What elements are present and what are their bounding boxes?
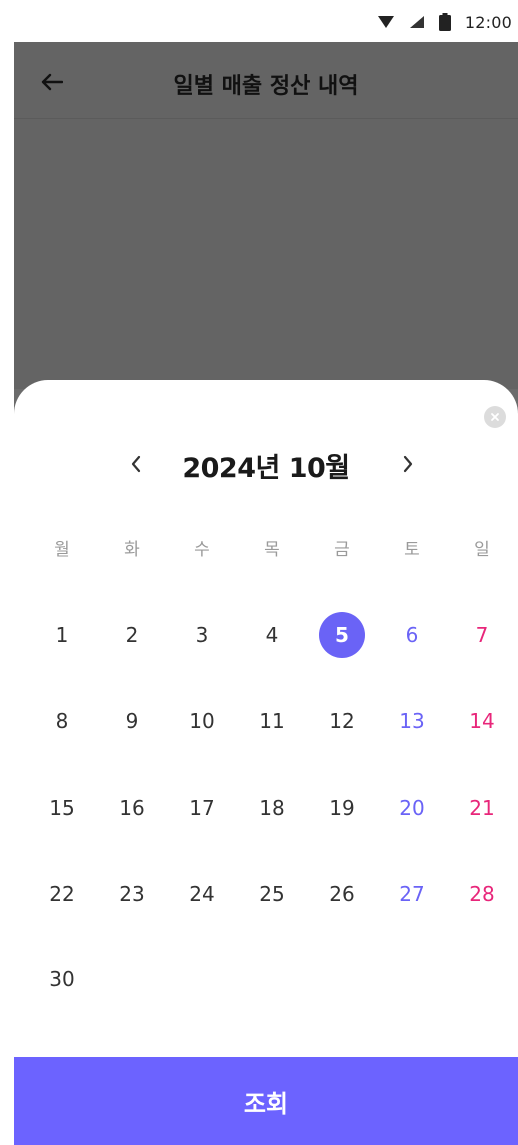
calendar-empty-cell	[97, 956, 167, 1002]
status-time: 12:00	[464, 12, 512, 32]
chevron-right-icon	[402, 455, 414, 473]
calendar-week: 1 2 3 4 5 6 7	[27, 612, 517, 658]
calendar-day-sunday[interactable]: 7	[447, 612, 517, 658]
close-icon	[490, 412, 500, 422]
calendar-day[interactable]: 16	[97, 785, 167, 831]
close-button[interactable]	[484, 406, 506, 428]
weekday-label: 목	[264, 540, 280, 560]
calendar-day[interactable]: 25	[237, 871, 307, 917]
month-navigation: 2024년 10월	[14, 444, 518, 484]
calendar-day-sunday[interactable]: 28	[447, 871, 517, 917]
calendar-day[interactable]: 12	[307, 698, 377, 744]
month-title: 2024년 10월	[182, 453, 350, 484]
calendar-day[interactable]: 22	[27, 871, 97, 917]
calendar-day[interactable]: 24	[167, 871, 237, 917]
status-bar: 12:00	[14, 0, 518, 42]
calendar-day-sunday[interactable]: 21	[447, 785, 517, 831]
status-icons: 12:00	[377, 12, 512, 32]
calendar-day[interactable]: 23	[97, 871, 167, 917]
search-submit-button[interactable]: 조회	[14, 1057, 518, 1145]
calendar-day-saturday[interactable]: 20	[377, 785, 447, 831]
calendar-day-saturday[interactable]: 27	[377, 871, 447, 917]
calendar-bottom-sheet: 2024년 10월 월 화 수 목 금 토 일 1 2 3 4 5 6 7 8 …	[14, 380, 518, 1145]
app-frame: 12:00 일별 매출 정산 내역 2024년 10월 월 화 수 목 금 토 …	[14, 0, 518, 1145]
calendar-day[interactable]: 30	[27, 956, 97, 1002]
calendar-day[interactable]: 17	[167, 785, 237, 831]
calendar-empty-cell	[237, 956, 307, 1002]
calendar-day[interactable]: 15	[27, 785, 97, 831]
page-title: 일별 매출 정산 내역	[173, 74, 359, 99]
weekday-label: 화	[124, 540, 140, 560]
calendar-empty-cell	[377, 956, 447, 1002]
calendar-day[interactable]: 10	[167, 698, 237, 744]
calendar-empty-cell	[447, 956, 517, 1002]
calendar-empty-cell	[307, 956, 377, 1002]
calendar-day-saturday[interactable]: 6	[377, 612, 447, 658]
calendar-day[interactable]: 1	[27, 612, 97, 658]
calendar-day[interactable]: 2	[97, 612, 167, 658]
calendar-week: 22 23 24 25 26 27 28	[27, 871, 517, 917]
calendar-week: 30	[27, 956, 517, 1002]
calendar-empty-cell	[167, 956, 237, 1002]
calendar-day[interactable]: 19	[307, 785, 377, 831]
calendar-day-sunday[interactable]: 14	[447, 698, 517, 744]
signal-icon	[409, 15, 425, 29]
weekday-label: 수	[194, 540, 210, 560]
calendar-day[interactable]: 4	[237, 612, 307, 658]
weekday-label: 토	[404, 540, 420, 560]
calendar-day[interactable]: 3	[167, 612, 237, 658]
weekday-label: 월	[54, 540, 70, 560]
weekday-label: 금	[334, 540, 350, 560]
calendar-day[interactable]: 9	[97, 698, 167, 744]
wifi-icon	[377, 15, 395, 29]
calendar-day[interactable]: 18	[237, 785, 307, 831]
next-month-button[interactable]	[390, 446, 426, 482]
calendar-day-saturday[interactable]: 13	[377, 698, 447, 744]
calendar-day[interactable]: 26	[307, 871, 377, 917]
calendar-day-selected[interactable]: 5	[307, 612, 377, 658]
weekday-label: 일	[474, 540, 490, 560]
calendar-day[interactable]: 11	[237, 698, 307, 744]
calendar-week: 8 9 10 11 12 13 14	[27, 698, 517, 744]
calendar-day[interactable]: 8	[27, 698, 97, 744]
weekday-header: 월 화 수 목 금 토 일	[27, 535, 517, 565]
battery-icon	[438, 13, 451, 31]
calendar-week: 15 16 17 18 19 20 21	[27, 785, 517, 831]
app-header: 일별 매출 정산 내역	[14, 42, 518, 119]
dim-overlay[interactable]	[14, 119, 518, 389]
